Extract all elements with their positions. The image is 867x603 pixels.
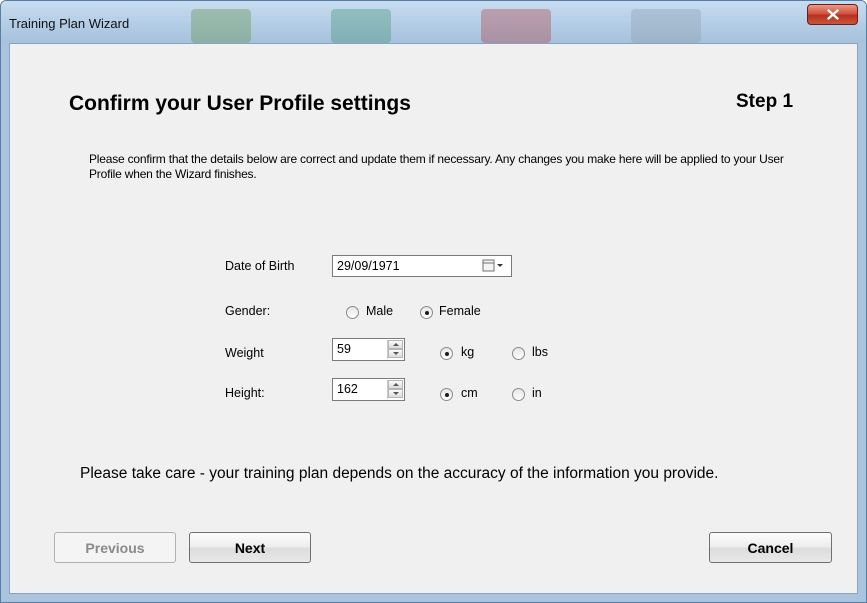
- height-in-label[interactable]: in: [532, 386, 542, 400]
- title-bar[interactable]: Training Plan Wizard: [1, 1, 866, 43]
- titlebar-background-decoration: [631, 9, 701, 43]
- weight-lbs-radio[interactable]: [512, 347, 525, 360]
- wizard-window: Training Plan Wizard Confirm your User P…: [0, 0, 867, 603]
- weight-input[interactable]: 59: [332, 338, 405, 361]
- dob-value: 29/09/1971: [337, 259, 400, 273]
- height-decrement-button[interactable]: [388, 389, 403, 398]
- dob-label: Date of Birth: [225, 259, 295, 273]
- up-arrow-icon: [393, 383, 399, 386]
- height-cm-label[interactable]: cm: [461, 386, 478, 400]
- titlebar-background-decoration: [191, 9, 251, 43]
- height-spinner[interactable]: [387, 380, 403, 399]
- weight-spinner[interactable]: [387, 340, 403, 359]
- up-arrow-icon: [393, 343, 399, 346]
- calendar-dropdown-icon[interactable]: [482, 259, 506, 273]
- close-button[interactable]: [807, 4, 858, 25]
- weight-decrement-button[interactable]: [388, 349, 403, 358]
- height-increment-button[interactable]: [388, 380, 403, 389]
- gender-label: Gender:: [225, 304, 271, 318]
- weight-label: Weight: [225, 346, 264, 360]
- weight-increment-button[interactable]: [388, 340, 403, 349]
- weight-kg-label[interactable]: kg: [461, 345, 474, 359]
- height-value: 162: [337, 382, 358, 396]
- accuracy-notice: Please take care - your training plan de…: [80, 465, 719, 482]
- gender-male-radio[interactable]: [346, 306, 359, 319]
- intro-text: Please confirm that the details below ar…: [89, 152, 784, 181]
- gender-female-radio[interactable]: [420, 306, 433, 319]
- gender-male-label[interactable]: Male: [366, 304, 393, 318]
- cancel-button[interactable]: Cancel: [709, 532, 832, 563]
- window-title: Training Plan Wizard: [9, 16, 130, 31]
- previous-button[interactable]: Previous: [54, 532, 176, 563]
- height-in-radio[interactable]: [512, 388, 525, 401]
- wizard-content: Confirm your User Profile settings Step …: [9, 43, 858, 594]
- gender-female-label[interactable]: Female: [439, 304, 481, 318]
- step-indicator: Step 1: [736, 91, 794, 112]
- height-label: Height:: [225, 386, 265, 400]
- titlebar-background-decoration: [331, 9, 391, 43]
- next-button[interactable]: Next: [189, 532, 311, 563]
- dob-date-picker[interactable]: 29/09/1971: [332, 255, 512, 277]
- close-icon: [826, 9, 839, 20]
- weight-value: 59: [337, 342, 351, 356]
- down-arrow-icon: [393, 392, 399, 395]
- height-input[interactable]: 162: [332, 378, 405, 401]
- page-title: Confirm your User Profile settings: [69, 92, 411, 115]
- weight-kg-radio[interactable]: [440, 347, 453, 360]
- height-cm-radio[interactable]: [440, 388, 453, 401]
- down-arrow-icon: [393, 352, 399, 355]
- weight-lbs-label[interactable]: lbs: [532, 345, 548, 359]
- titlebar-background-decoration: [481, 9, 551, 43]
